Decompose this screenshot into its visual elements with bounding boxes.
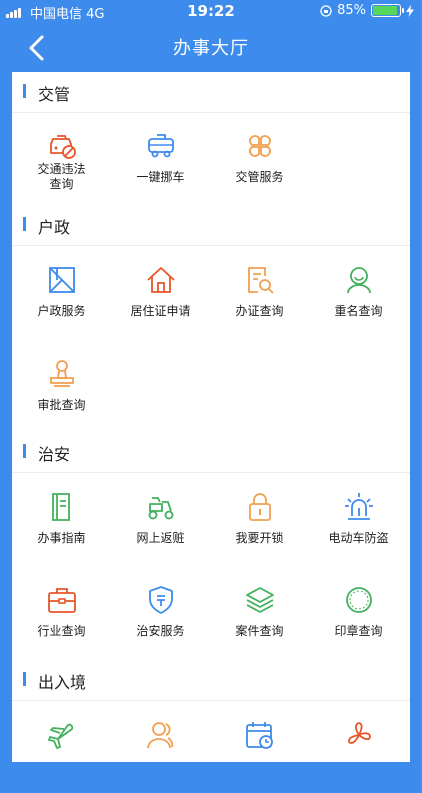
section-title: 交管 — [38, 85, 71, 104]
orientation-lock-icon — [320, 4, 332, 17]
service-case-query[interactable]: 案件查询 — [210, 566, 309, 658]
section-accent-bar — [23, 217, 26, 231]
service-unlock[interactable]: 我要开锁 — [210, 473, 309, 565]
status-bar: 中国电信 4G 19:22 85% — [0, 0, 422, 24]
person-icon — [347, 267, 371, 294]
service-guide[interactable]: 办事指南 — [12, 473, 111, 565]
service-exit-entry-1[interactable] — [12, 701, 111, 793]
airplane-icon — [48, 723, 74, 749]
service-label: 户政服务 — [37, 304, 86, 318]
service-traffic-management[interactable]: 交管服务 — [210, 112, 309, 204]
section-title: 户政 — [38, 218, 71, 237]
service-duplicate-name-query[interactable]: 重名查询 — [309, 246, 408, 338]
guide-book-icon — [52, 493, 70, 521]
service-label: 审批查询 — [37, 398, 86, 412]
service-label: 案件查询 — [235, 624, 284, 638]
service-hall-panel: 交管 交通违法 查询 一键挪车 交管服务 户政 户政服务 居住证申请 办证查询 … — [12, 72, 410, 762]
seal-icon — [346, 587, 372, 613]
top-bar: 中国电信 4G 19:22 85% 办事大厅 — [0, 0, 422, 72]
doc-search-icon — [248, 267, 274, 294]
service-label: 交通违法 查询 — [37, 162, 86, 191]
battery-percent: 85% — [337, 3, 366, 18]
service-label: 办事指南 — [37, 531, 86, 545]
charging-icon — [406, 4, 414, 17]
section-accent-bar — [23, 672, 26, 686]
service-label: 重名查询 — [334, 304, 383, 318]
layers-icon — [246, 587, 274, 613]
page-title: 办事大厅 — [173, 38, 249, 59]
people-icon — [147, 722, 174, 749]
section-header-exit-entry: 出入境 — [12, 660, 410, 701]
service-label: 电动车防盗 — [328, 531, 389, 545]
service-seal-query[interactable]: 印章查询 — [309, 566, 408, 658]
service-traffic-violation-query[interactable]: 交通违法 查询 — [12, 112, 111, 204]
service-label: 居住证申请 — [130, 304, 191, 318]
section-accent-bar — [23, 84, 26, 98]
service-ebike-antitheft[interactable]: 电动车防盗 — [309, 473, 408, 565]
service-public-security[interactable]: 治安服务 — [111, 566, 210, 658]
service-label: 我要开锁 — [235, 531, 284, 545]
pinwheel-icon — [347, 722, 371, 744]
navbar: 办事大厅 — [0, 24, 422, 72]
lock-icon — [249, 493, 271, 521]
car-move-icon — [148, 134, 174, 158]
service-residence-permit[interactable]: 居住证申请 — [111, 246, 210, 338]
battery-icon — [371, 4, 404, 17]
service-label: 办证查询 — [235, 304, 284, 318]
calendar-clock-icon — [246, 722, 273, 749]
service-household[interactable]: 户政服务 — [12, 246, 111, 338]
house-icon — [147, 267, 175, 293]
clover-icon — [249, 135, 271, 157]
service-label: 交管服务 — [235, 170, 284, 184]
alarm-light-icon — [345, 493, 373, 520]
service-label: 行业查询 — [37, 624, 86, 638]
car-violation-icon — [50, 135, 76, 159]
stamp-icon — [50, 360, 74, 387]
service-label: 治安服务 — [136, 624, 185, 638]
shield-icon — [149, 586, 173, 614]
service-label: 一键挪车 — [136, 170, 185, 184]
service-certificate-query[interactable]: 办证查询 — [210, 246, 309, 338]
service-industry-query[interactable]: 行业查询 — [12, 566, 111, 658]
household-card-icon — [49, 267, 75, 293]
section-header-public-security: 治安 — [12, 432, 410, 473]
section-title: 出入境 — [38, 673, 87, 692]
service-one-key-move-car[interactable]: 一键挪车 — [111, 112, 210, 204]
section-header-traffic: 交管 — [12, 72, 410, 113]
service-exit-entry-4[interactable] — [309, 701, 408, 793]
right-status: 85% — [320, 3, 414, 18]
scooter-icon — [148, 497, 174, 520]
service-label: 网上返赃 — [136, 531, 185, 545]
service-exit-entry-2[interactable] — [111, 701, 210, 793]
section-header-household: 户政 — [12, 205, 410, 246]
section-title: 治安 — [38, 445, 71, 464]
service-return-stolen-goods[interactable]: 网上返赃 — [111, 473, 210, 565]
service-label: 印章查询 — [334, 624, 383, 638]
briefcase-icon — [48, 588, 76, 613]
service-approval-query[interactable]: 审批查询 — [12, 340, 111, 432]
section-accent-bar — [23, 444, 26, 458]
service-exit-entry-3[interactable] — [210, 701, 309, 793]
